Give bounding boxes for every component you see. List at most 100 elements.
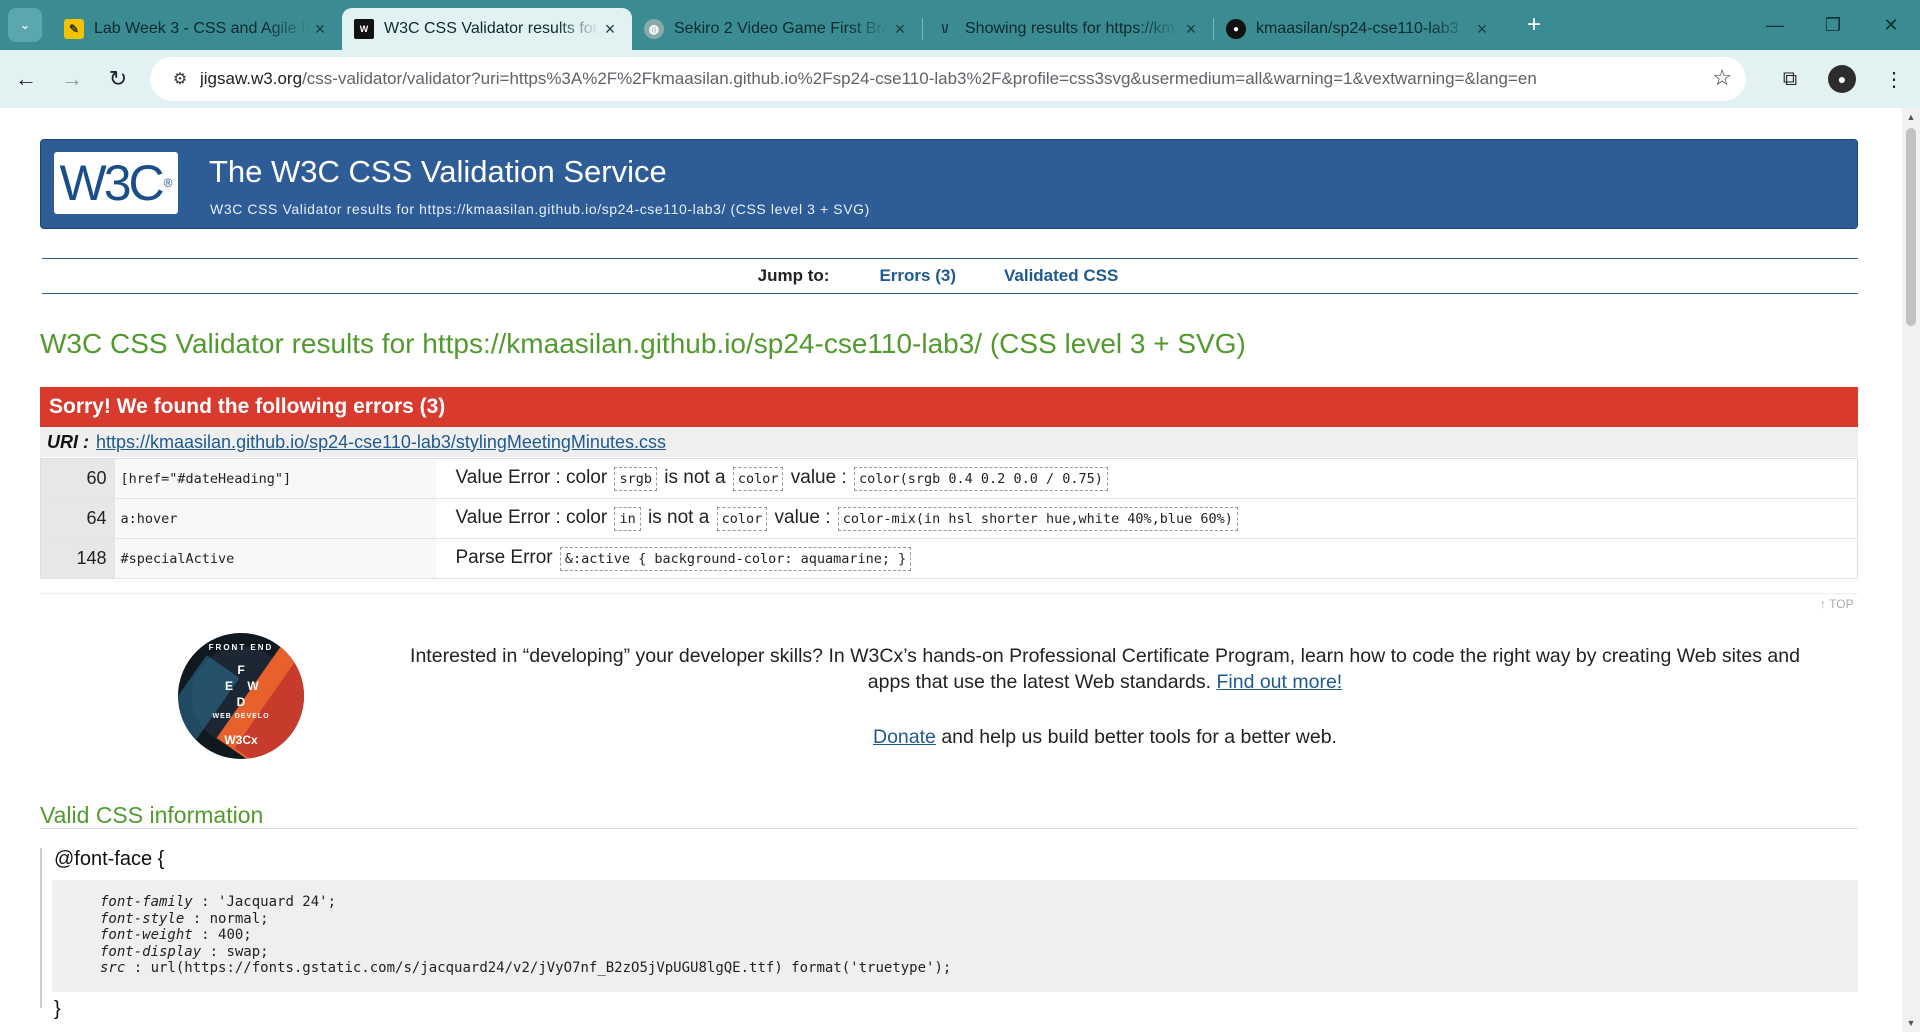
- close-window-button[interactable]: ✕: [1862, 0, 1920, 50]
- errors-uri-row: URI : https://kmaasilan.github.io/sp24-c…: [40, 427, 1858, 457]
- css-selector: @font-face {: [54, 848, 165, 870]
- css-property: font-family: [100, 894, 193, 910]
- jump-label: Jump to:: [757, 266, 830, 285]
- page-viewport: W3C ® The W3C CSS Validation Service W3C …: [0, 108, 1902, 1032]
- kebab-menu-icon: ⋮: [1884, 68, 1904, 91]
- error-text: value :: [790, 466, 847, 488]
- reload-button[interactable]: ↻: [98, 59, 138, 99]
- badge-brand: W3Cx: [224, 733, 258, 747]
- promo-body: Interested in “developing” your develope…: [410, 645, 1800, 693]
- error-message: Value Error : color srgb is not a color …: [435, 458, 1858, 499]
- close-icon[interactable]: ×: [310, 19, 330, 40]
- page-subtitle: W3C CSS Validator results for https://km…: [210, 201, 870, 217]
- github-icon: ●: [1226, 19, 1246, 39]
- css-value: swap;: [226, 943, 269, 960]
- close-icon[interactable]: ×: [890, 19, 910, 40]
- profile-button[interactable]: ●: [1816, 50, 1868, 108]
- badge-ring-top: FRONT END: [208, 643, 274, 652]
- back-to-top-link[interactable]: ↑ TOP: [1820, 597, 1854, 611]
- tab-title: Lab Week 3 - CSS and Agile Int: [94, 20, 310, 37]
- bookmark-star-icon[interactable]: ☆: [1712, 65, 1732, 91]
- url-text[interactable]: jigsaw.w3.org/css-validator/validator?ur…: [200, 69, 1537, 89]
- minimize-button[interactable]: —: [1746, 0, 1804, 50]
- error-value: color(srgb 0.4 0.2 0.0 / 0.75): [854, 466, 1108, 491]
- url-path: /css-validator/validator?uri=https%3A%2F…: [302, 69, 1537, 88]
- menu-button[interactable]: ⋮: [1868, 50, 1920, 108]
- error-token: color: [716, 506, 768, 531]
- globe-icon: ◍: [644, 19, 664, 39]
- tab-title: Sekiro 2 Video Game First Brai: [674, 20, 890, 37]
- close-icon[interactable]: ×: [1181, 19, 1201, 40]
- tab-w3c-validator[interactable]: W W3C CSS Validator results for h ×: [342, 8, 632, 50]
- tab-sekiro[interactable]: ◍ Sekiro 2 Video Game First Brai ×: [632, 8, 922, 50]
- results-heading: W3C CSS Validator results for https://km…: [40, 328, 1246, 359]
- donate-text: Donate and help us build better tools fo…: [405, 726, 1805, 749]
- tab-title: Showing results for https://km: [965, 20, 1175, 37]
- forward-button[interactable]: →: [52, 59, 92, 99]
- puzzle-icon: ⧉: [1782, 67, 1798, 90]
- w3c-logo[interactable]: W3C ®: [54, 152, 178, 214]
- tab-lab-week[interactable]: ✎ Lab Week 3 - CSS and Agile Int ×: [52, 8, 342, 50]
- pencil-icon: ✎: [64, 19, 84, 39]
- scroll-down-arrow-icon[interactable]: ▼: [1902, 1014, 1920, 1032]
- jump-validated-css-link[interactable]: Validated CSS: [1004, 266, 1118, 286]
- error-token: in: [614, 506, 641, 531]
- uri-label: URI :: [47, 431, 89, 452]
- css-property: src: [100, 960, 126, 976]
- css-rule-block: @font-face { font-family : 'Jacquard 24'…: [40, 848, 1858, 1020]
- new-tab-button[interactable]: +: [1516, 7, 1552, 43]
- badge-letter: D: [236, 695, 246, 709]
- restore-button[interactable]: ❐: [1804, 0, 1862, 50]
- jump-errors-link[interactable]: Errors (3): [879, 266, 956, 286]
- url-host: jigsaw.w3.org: [200, 69, 303, 88]
- error-type: Parse Error: [455, 546, 553, 568]
- tab-bar: ⌄ ✎ Lab Week 3 - CSS and Agile Int × W W…: [0, 0, 1920, 50]
- arrow-right-icon: →: [61, 66, 83, 91]
- css-value: 400;: [218, 927, 252, 943]
- toolbar-actions: ⧉ ● ⋮: [1764, 50, 1920, 108]
- site-info-icon[interactable]: ⚙: [162, 69, 198, 89]
- vertical-scrollbar[interactable]: ▲ ▼: [1902, 108, 1920, 1032]
- valid-css-heading: Valid CSS information: [40, 802, 264, 828]
- css-property: font-display: [100, 943, 202, 960]
- validator-icon: \/: [941, 22, 949, 36]
- find-out-more-link[interactable]: Find out more!: [1216, 671, 1342, 693]
- tab-showing-results[interactable]: \/ Showing results for https://km ×: [923, 8, 1213, 50]
- error-text: is not a: [648, 506, 710, 528]
- scroll-thumb[interactable]: [1906, 128, 1916, 326]
- donate-link[interactable]: Donate: [873, 726, 936, 748]
- tab-title: kmaasilan/sp24-cse110-lab3: [1256, 20, 1459, 37]
- back-button[interactable]: ←: [6, 59, 46, 99]
- close-icon[interactable]: ×: [600, 19, 620, 40]
- scroll-up-arrow-icon[interactable]: ▲: [1902, 108, 1920, 126]
- css-value: 'Jacquard 24';: [218, 894, 337, 910]
- css-declaration: src : url(https://fonts.gstatic.com/s/ja…: [100, 960, 952, 976]
- reload-icon: ↻: [108, 66, 128, 91]
- jump-nav: Jump to: Errors (3) Validated CSS: [42, 258, 1858, 294]
- badge-letter: F: [237, 663, 245, 677]
- error-text: value :: [774, 506, 831, 528]
- logo-text: W3C: [59, 155, 165, 211]
- line-number: 60: [40, 458, 115, 499]
- errors-header: Sorry! We found the following errors (3): [40, 387, 1858, 427]
- divider: [40, 828, 1858, 829]
- w3c-icon: W: [354, 19, 374, 39]
- avatar: ●: [1828, 65, 1856, 93]
- page-title: The W3C CSS Validation Service: [209, 154, 667, 189]
- w3cx-badge-image[interactable]: FRONT END F E W D WEB DEVELO W3Cx: [178, 633, 304, 759]
- css-declaration: font-family : 'Jacquard 24';: [100, 894, 337, 910]
- uri-link[interactable]: https://kmaasilan.github.io/sp24-cse110-…: [96, 432, 666, 453]
- extensions-button[interactable]: ⧉: [1764, 50, 1816, 108]
- error-text: is not a: [664, 466, 726, 488]
- address-bar[interactable]: ⚙ jigsaw.w3.org/css-validator/validator?…: [150, 57, 1746, 101]
- css-declarations: font-family : 'Jacquard 24'; font-style …: [52, 880, 1858, 992]
- badge-ring-side: WEB DEVELO: [212, 713, 270, 720]
- table-row: 60 [href="#dateHeading"] Value Error : c…: [40, 458, 1858, 499]
- table-row: 148 #specialActive Parse Error &:active …: [40, 538, 1858, 579]
- tab-github-repo[interactable]: ● kmaasilan/sp24-cse110-lab3 ×: [1214, 8, 1504, 50]
- close-icon[interactable]: ×: [1472, 19, 1492, 40]
- tab-strip: ✎ Lab Week 3 - CSS and Agile Int × W W3C…: [52, 0, 1504, 50]
- tab-search-button[interactable]: ⌄: [8, 8, 42, 42]
- line-number: 148: [40, 538, 115, 579]
- css-close-brace: }: [54, 998, 61, 1020]
